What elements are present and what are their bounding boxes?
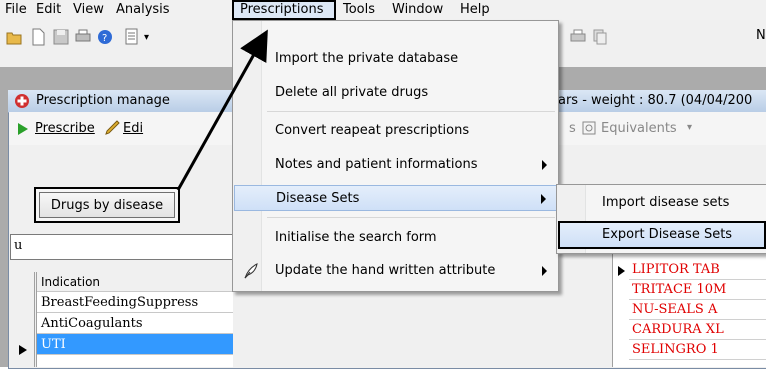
new-document-icon[interactable] bbox=[30, 28, 46, 46]
equivalents-button[interactable]: Equivalents bbox=[601, 121, 677, 136]
print-preview-icon[interactable] bbox=[570, 28, 586, 46]
prescription-grid: LIPITOR TAB TRITACE 10M NU-SEALS A CARDU… bbox=[612, 250, 766, 367]
table-row[interactable]: TRITACE 10M bbox=[629, 280, 766, 300]
quill-pen-icon bbox=[244, 263, 258, 279]
menu-item-initialise-search-form[interactable]: Initialise the search form bbox=[234, 225, 557, 251]
drugs-by-disease-button[interactable]: Drugs by disease bbox=[34, 187, 180, 223]
menu-item-notes-patient-informations[interactable]: Notes and patient informations bbox=[234, 152, 557, 178]
menu-item-label: Update the hand written attribute bbox=[275, 263, 496, 278]
menu-item-label: Initialise the search form bbox=[275, 230, 437, 245]
menu-separator bbox=[267, 111, 555, 112]
prescribe-button[interactable]: Prescribe bbox=[35, 121, 95, 136]
menu-item-label: Delete all private drugs bbox=[275, 85, 429, 100]
save-icon[interactable] bbox=[53, 28, 69, 46]
current-row-icon bbox=[618, 266, 625, 276]
menu-tools[interactable]: Tools bbox=[343, 2, 375, 17]
menu-item-label: Import the private database bbox=[275, 51, 459, 66]
list-icon[interactable] bbox=[124, 28, 140, 46]
menu-window[interactable]: Window bbox=[392, 2, 443, 17]
menu-item-export-disease-sets[interactable]: Export Disease Sets bbox=[558, 221, 766, 249]
menu-item-label: Notes and patient informations bbox=[275, 157, 478, 172]
current-row-icon bbox=[19, 345, 27, 355]
equivalents-icon bbox=[582, 121, 596, 135]
menu-item-label: Export Disease Sets bbox=[602, 227, 733, 242]
submenu-arrow-icon bbox=[542, 160, 547, 170]
submenu-arrow-icon bbox=[542, 266, 547, 276]
menu-analysis[interactable]: Analysis bbox=[116, 2, 170, 17]
prescriptions-menu: Import the private database Delete all p… bbox=[232, 20, 559, 292]
table-row[interactable]: CARDURA XL bbox=[629, 320, 766, 340]
copy-icon[interactable] bbox=[592, 28, 608, 46]
menu-item-disease-sets[interactable]: Disease Sets bbox=[234, 185, 557, 211]
menu-edit[interactable]: Edit bbox=[36, 2, 61, 17]
disease-sets-submenu: Import disease sets Export Disease Sets bbox=[556, 184, 766, 254]
table-row[interactable]: AntiCoagulants bbox=[37, 313, 233, 334]
grid-header[interactable]: Indication bbox=[37, 272, 233, 292]
print-icon[interactable] bbox=[75, 28, 91, 46]
menu-item-convert-repeat-prescriptions[interactable]: Convert reapeat prescriptions bbox=[234, 118, 557, 144]
menu-prescriptions[interactable]: Prescriptions bbox=[240, 2, 323, 17]
search-input-value: u bbox=[14, 238, 23, 253]
table-row[interactable]: LIPITOR TAB bbox=[629, 260, 766, 280]
table-row[interactable]: SELINGRO 1 bbox=[629, 340, 766, 360]
table-row[interactable]: BreastFeedingSuppress bbox=[37, 292, 233, 313]
menubar: File Edit View Analysis Prescriptions To… bbox=[0, 0, 766, 20]
menu-item-import-private-database[interactable]: Import the private database bbox=[234, 46, 557, 72]
row-selector-column bbox=[10, 272, 35, 367]
edit-icon bbox=[105, 120, 120, 135]
submenu-arrow-icon bbox=[541, 194, 546, 204]
menu-file[interactable]: File bbox=[5, 2, 27, 17]
svg-text:?: ? bbox=[102, 33, 107, 44]
window-title-left: Prescription manage bbox=[36, 93, 170, 108]
help-icon[interactable]: ? bbox=[97, 28, 113, 46]
table-row[interactable]: NU-SEALS A bbox=[629, 300, 766, 320]
menu-item-label: Import disease sets bbox=[602, 195, 730, 210]
drugs-by-disease-label: Drugs by disease bbox=[39, 192, 175, 218]
menu-separator bbox=[267, 217, 555, 218]
toolbar-label: N bbox=[756, 28, 766, 43]
menu-item-label: Convert reapeat prescriptions bbox=[275, 123, 470, 138]
table-row-selected[interactable]: UTI bbox=[37, 334, 233, 355]
search-input[interactable]: u bbox=[10, 234, 234, 260]
menu-item-import-disease-sets[interactable]: Import disease sets bbox=[558, 189, 766, 217]
play-icon bbox=[18, 123, 28, 135]
menu-item-delete-private-drugs[interactable]: Delete all private drugs bbox=[234, 80, 557, 106]
menu-view[interactable]: View bbox=[73, 2, 104, 17]
menu-help[interactable]: Help bbox=[460, 2, 490, 17]
app-icon bbox=[15, 94, 29, 108]
dropdown-icon[interactable]: ▾ bbox=[144, 32, 149, 43]
edit-button[interactable]: Edi bbox=[123, 121, 143, 136]
equivalents-dropdown-icon[interactable]: ▾ bbox=[687, 122, 692, 133]
open-folder-icon[interactable] bbox=[6, 28, 22, 46]
indication-grid: Indication BreastFeedingSuppress AntiCoa… bbox=[36, 272, 233, 367]
menu-item-label: Disease Sets bbox=[276, 191, 360, 206]
equivalents-partial: s bbox=[569, 121, 576, 136]
window-title-right: ars - weight : 80.7 (04/04/200 bbox=[558, 93, 753, 108]
menu-item-update-hand-written-attribute[interactable]: Update the hand written attribute bbox=[234, 258, 557, 284]
